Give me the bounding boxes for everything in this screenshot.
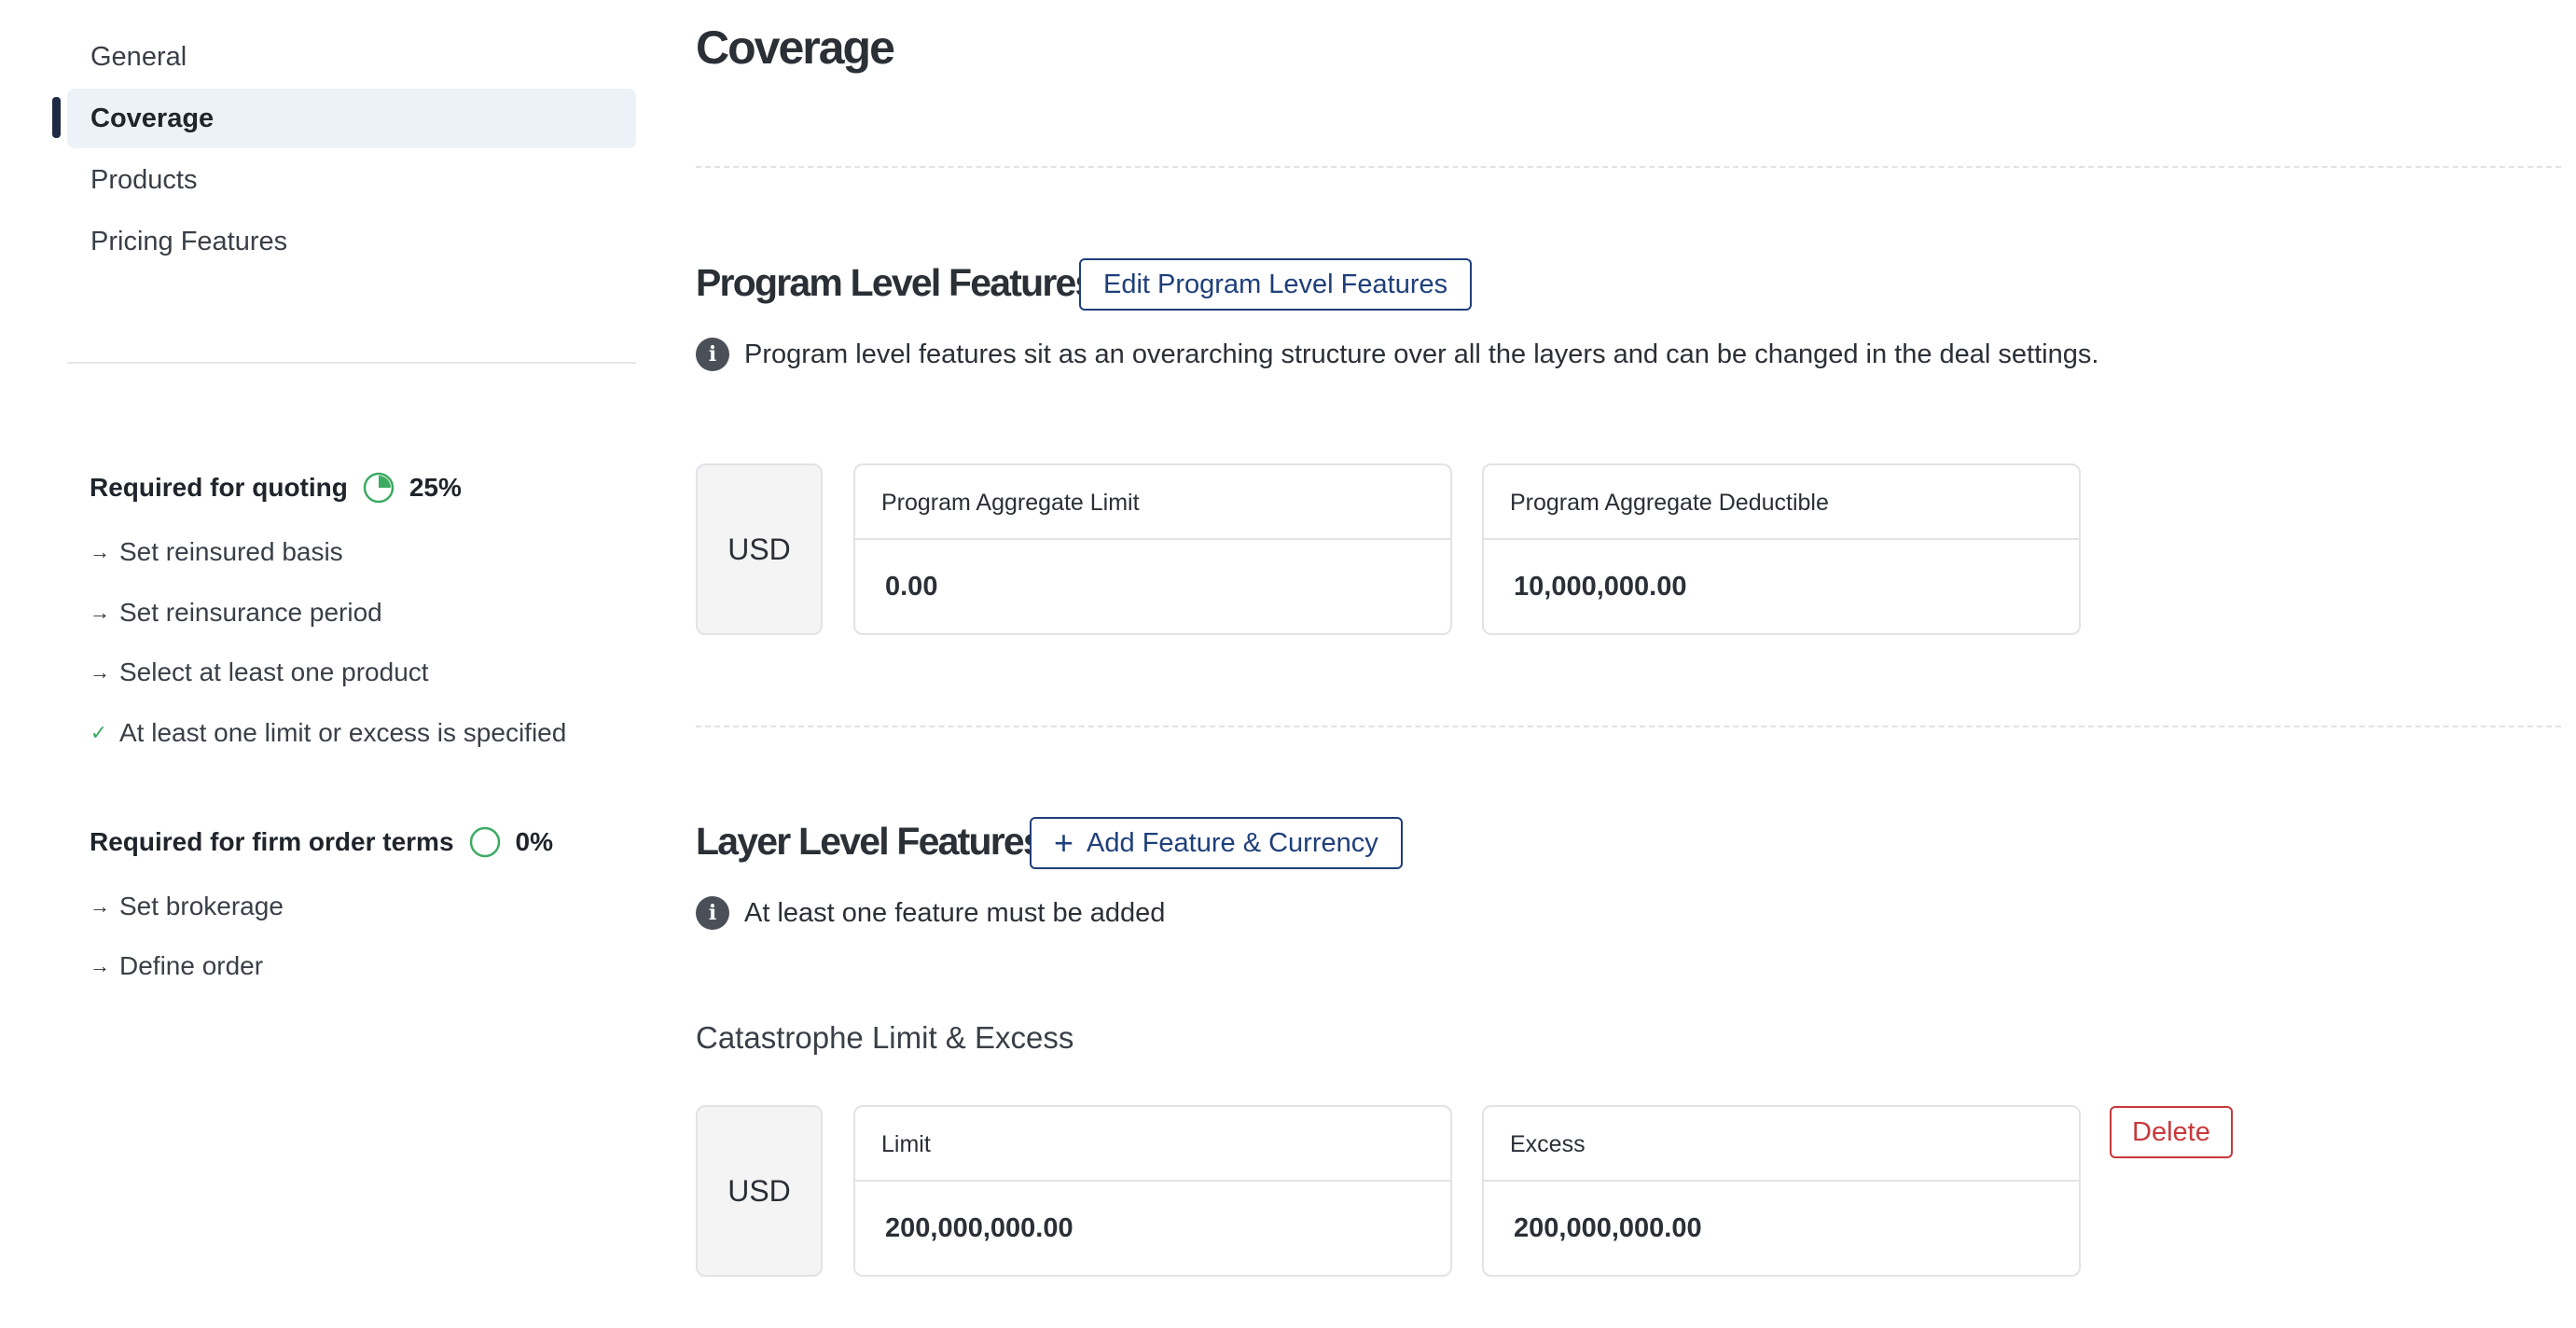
field-value: 10,000,000.00 — [1514, 572, 1687, 602]
field-value: 200,000,000.00 — [1514, 1213, 1702, 1243]
requirement-label: Set brokerage — [119, 892, 284, 920]
requirement-item[interactable]: → Define order — [90, 948, 263, 985]
plus-icon: + — [1054, 823, 1074, 862]
requirement-item[interactable]: → Set brokerage — [90, 888, 284, 925]
firm-order-requirements-title: Required for firm order terms — [90, 827, 454, 856]
firm-order-requirements-heading: Required for firm order terms 0% — [90, 823, 553, 861]
info-icon: i — [696, 338, 729, 371]
firm-order-progress-icon — [469, 826, 500, 858]
quoting-requirements-title: Required for quoting — [90, 473, 348, 502]
field-value: 200,000,000.00 — [885, 1213, 1073, 1243]
program-currency: USD — [696, 463, 823, 635]
sidebar-item-products[interactable]: Products — [67, 150, 636, 210]
catastrophe-feature-title: Catastrophe Limit & Excess — [696, 1020, 1074, 1055]
section-divider — [696, 166, 2561, 168]
quoting-progress-percent: 25% — [409, 473, 462, 502]
field-label: Program Aggregate Deductible — [1484, 465, 2079, 540]
requirement-label: Select at least one product — [119, 657, 429, 686]
layer-currency: USD — [696, 1105, 823, 1277]
arrow-right-icon: → — [90, 540, 110, 563]
layer-features-title: Layer Level Features — [696, 820, 1045, 863]
page-title: Coverage — [696, 21, 895, 74]
arrow-right-icon: → — [90, 954, 110, 977]
limit-field[interactable]: Limit 200,000,000.00 — [853, 1105, 1452, 1277]
field-value: 0.00 — [885, 572, 938, 602]
arrow-right-icon: → — [90, 894, 110, 918]
requirement-label: Define order — [119, 951, 264, 980]
layer-features-info-text: At least one feature must be added — [744, 897, 1166, 928]
requirement-item[interactable]: → Set reinsurance period — [90, 594, 382, 631]
program-features-title: Program Level Features — [696, 261, 1096, 304]
sidebar-item-pricing-features[interactable]: Pricing Features — [67, 212, 636, 271]
excess-field[interactable]: Excess 200,000,000.00 — [1482, 1105, 2081, 1277]
info-icon: i — [696, 896, 729, 930]
requirement-label: Set reinsurance period — [119, 598, 382, 627]
arrow-right-icon: → — [90, 660, 110, 684]
requirement-label: Set reinsured basis — [119, 537, 343, 566]
add-feature-currency-button[interactable]: + Add Feature & Currency — [1030, 817, 1403, 869]
sidebar-divider — [67, 362, 636, 364]
section-divider — [696, 726, 2561, 727]
sidebar-item-general[interactable]: General — [67, 27, 636, 87]
requirement-item: ✓ At least one limit or excess is specif… — [90, 714, 567, 752]
active-nav-indicator — [52, 97, 61, 138]
sidebar: General Coverage Products Pricing Featur… — [0, 0, 653, 1328]
add-feature-currency-label: Add Feature & Currency — [1087, 827, 1378, 858]
delete-feature-button[interactable]: Delete — [2110, 1106, 2233, 1158]
program-aggregate-limit-field[interactable]: Program Aggregate Limit 0.00 — [853, 463, 1452, 635]
requirement-label: At least one limit or excess is specifie… — [119, 718, 567, 747]
program-aggregate-deductible-field[interactable]: Program Aggregate Deductible 10,000,000.… — [1482, 463, 2081, 635]
field-label: Limit — [855, 1107, 1450, 1182]
quoting-progress-icon — [363, 472, 395, 504]
requirement-item[interactable]: → Set reinsured basis — [90, 533, 343, 571]
checkmark-icon: ✓ — [90, 721, 108, 744]
arrow-right-icon: → — [90, 601, 110, 624]
requirement-item[interactable]: → Select at least one product — [90, 654, 429, 691]
field-label: Excess — [1484, 1107, 2079, 1182]
edit-program-features-button[interactable]: Edit Program Level Features — [1079, 258, 1473, 311]
program-features-info-text: Program level features sit as an overarc… — [744, 339, 2099, 369]
field-label: Program Aggregate Limit — [855, 465, 1450, 540]
sidebar-item-coverage[interactable]: Coverage — [67, 89, 636, 148]
layer-features-info: i At least one feature must be added — [696, 896, 1165, 930]
firm-order-progress-percent: 0% — [515, 827, 553, 856]
quoting-requirements-heading: Required for quoting 25% — [90, 469, 462, 506]
program-features-info: i Program level features sit as an overa… — [696, 338, 2098, 371]
